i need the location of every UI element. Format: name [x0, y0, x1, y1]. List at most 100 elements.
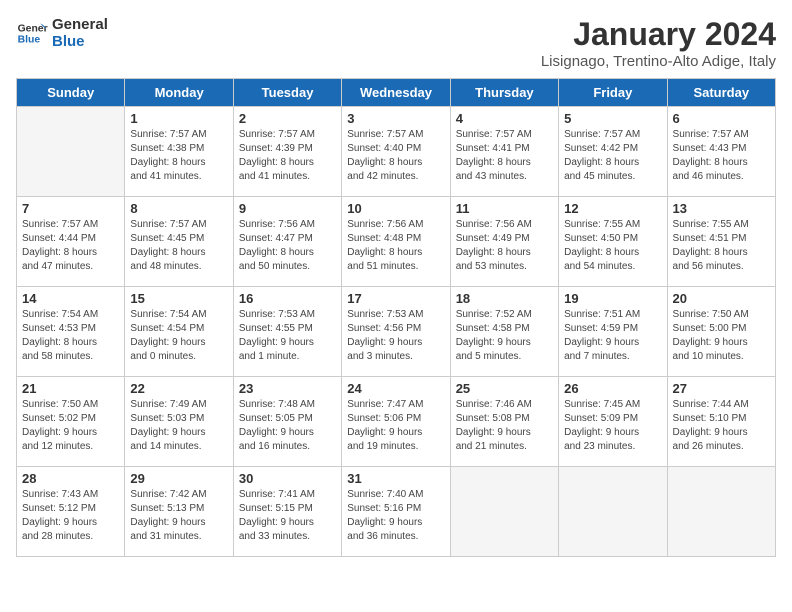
location-title: Lisignago, Trentino-Alto Adige, Italy — [541, 53, 776, 70]
calendar-week-row: 21 Sunrise: 7:50 AMSunset: 5:02 PMDayligh… — [17, 377, 776, 467]
day-number: 30 — [239, 471, 336, 486]
cell-content: Sunrise: 7:57 AMSunset: 4:42 PMDaylight:… — [564, 128, 661, 184]
cell-content: Sunrise: 7:41 AMSunset: 5:15 PMDaylight:… — [239, 488, 336, 544]
day-number: 31 — [347, 471, 444, 486]
calendar-cell: 27 Sunrise: 7:44 AMSunset: 5:10 PMDayligh… — [667, 377, 775, 467]
svg-text:General: General — [18, 23, 48, 34]
day-number: 19 — [564, 291, 661, 306]
logo-icon: General Blue — [16, 17, 48, 49]
calendar-cell: 3 Sunrise: 7:57 AMSunset: 4:40 PMDaylight… — [342, 107, 450, 197]
day-number: 8 — [130, 201, 227, 216]
cell-content: Sunrise: 7:52 AMSunset: 4:58 PMDaylight:… — [456, 308, 553, 364]
calendar-table: SundayMondayTuesdayWednesdayThursdayFrid… — [16, 78, 776, 557]
calendar-cell: 19Sunrise: 7:51 AMSunset: 4:59 PMDayligh… — [559, 287, 667, 377]
calendar-week-row: 7 Sunrise: 7:57 AMSunset: 4:44 PMDaylight… — [17, 197, 776, 287]
logo-general: General — [52, 16, 108, 33]
cell-content: Sunrise: 7:49 AMSunset: 5:03 PMDaylight:… — [130, 398, 227, 454]
cell-content: Sunrise: 7:55 AMSunset: 4:50 PMDaylight:… — [564, 218, 661, 274]
cell-content: Sunrise: 7:57 AMSunset: 4:45 PMDaylight:… — [130, 218, 227, 274]
day-of-week-header: Sunday — [17, 79, 125, 107]
day-number: 17 — [347, 291, 444, 306]
cell-content: Sunrise: 7:47 AMSunset: 5:06 PMDaylight:… — [347, 398, 444, 454]
calendar-cell: 22 Sunrise: 7:49 AMSunset: 5:03 PMDayligh… — [125, 377, 233, 467]
day-number: 10 — [347, 201, 444, 216]
logo-blue: Blue — [52, 33, 108, 50]
calendar-cell: 14Sunrise: 7:54 AMSunset: 4:53 PMDayligh… — [17, 287, 125, 377]
cell-content: Sunrise: 7:54 AMSunset: 4:54 PMDaylight:… — [130, 308, 227, 364]
day-number: 20 — [673, 291, 770, 306]
calendar-cell: 8 Sunrise: 7:57 AMSunset: 4:45 PMDaylight… — [125, 197, 233, 287]
page-header: General Blue General Blue January 2024 L… — [16, 16, 776, 70]
cell-content: Sunrise: 7:45 AMSunset: 5:09 PMDaylight:… — [564, 398, 661, 454]
calendar-cell: 28Sunrise: 7:43 AMSunset: 5:12 PMDayligh… — [17, 467, 125, 557]
calendar-cell: 25 Sunrise: 7:46 AMSunset: 5:08 PMDayligh… — [450, 377, 558, 467]
cell-content: Sunrise: 7:44 AMSunset: 5:10 PMDaylight:… — [673, 398, 770, 454]
day-number: 25 — [456, 381, 553, 396]
day-number: 18 — [456, 291, 553, 306]
calendar-cell: 2Sunrise: 7:57 AMSunset: 4:39 PMDaylight… — [233, 107, 341, 197]
calendar-cell: 6Sunrise: 7:57 AMSunset: 4:43 PMDaylight… — [667, 107, 775, 197]
calendar-cell: 26Sunrise: 7:45 AMSunset: 5:09 PMDayligh… — [559, 377, 667, 467]
day-number: 12 — [564, 201, 661, 216]
calendar-cell: 29Sunrise: 7:42 AMSunset: 5:13 PMDayligh… — [125, 467, 233, 557]
day-of-week-header: Friday — [559, 79, 667, 107]
cell-content: Sunrise: 7:57 AMSunset: 4:40 PMDaylight:… — [347, 128, 444, 184]
calendar-week-row: 28Sunrise: 7:43 AMSunset: 5:12 PMDayligh… — [17, 467, 776, 557]
day-of-week-header: Tuesday — [233, 79, 341, 107]
svg-text:Blue: Blue — [18, 35, 41, 46]
calendar-cell: 7 Sunrise: 7:57 AMSunset: 4:44 PMDaylight… — [17, 197, 125, 287]
calendar-cell: 4 Sunrise: 7:57 AMSunset: 4:41 PMDaylight… — [450, 107, 558, 197]
calendar-cell: 30 Sunrise: 7:41 AMSunset: 5:15 PMDayligh… — [233, 467, 341, 557]
cell-content: Sunrise: 7:53 AMSunset: 4:56 PMDaylight:… — [347, 308, 444, 364]
calendar-week-row: 14Sunrise: 7:54 AMSunset: 4:53 PMDayligh… — [17, 287, 776, 377]
logo: General Blue General Blue — [16, 16, 108, 50]
day-number: 22 — [130, 381, 227, 396]
cell-content: Sunrise: 7:57 AMSunset: 4:39 PMDaylight:… — [239, 128, 336, 184]
cell-content: Sunrise: 7:55 AMSunset: 4:51 PMDaylight:… — [673, 218, 770, 274]
cell-content: Sunrise: 7:57 AMSunset: 4:38 PMDaylight:… — [130, 128, 227, 184]
calendar-cell: 16Sunrise: 7:53 AMSunset: 4:55 PMDayligh… — [233, 287, 341, 377]
cell-content: Sunrise: 7:42 AMSunset: 5:13 PMDaylight:… — [130, 488, 227, 544]
calendar-cell: 23 Sunrise: 7:48 AMSunset: 5:05 PMDayligh… — [233, 377, 341, 467]
calendar-cell: 11Sunrise: 7:56 AMSunset: 4:49 PMDayligh… — [450, 197, 558, 287]
day-number: 4 — [456, 111, 553, 126]
cell-content: Sunrise: 7:57 AMSunset: 4:44 PMDaylight:… — [22, 218, 119, 274]
calendar-cell — [450, 467, 558, 557]
day-number: 15 — [130, 291, 227, 306]
cell-content: Sunrise: 7:57 AMSunset: 4:43 PMDaylight:… — [673, 128, 770, 184]
calendar-cell — [559, 467, 667, 557]
calendar-cell — [667, 467, 775, 557]
day-number: 24 — [347, 381, 444, 396]
day-number: 21 — [22, 381, 119, 396]
day-number: 1 — [130, 111, 227, 126]
month-title: January 2024 — [541, 16, 776, 53]
cell-content: Sunrise: 7:50 AMSunset: 5:02 PMDaylight:… — [22, 398, 119, 454]
calendar-cell: 12 Sunrise: 7:55 AMSunset: 4:50 PMDayligh… — [559, 197, 667, 287]
calendar-cell: 10 Sunrise: 7:56 AMSunset: 4:48 PMDayligh… — [342, 197, 450, 287]
cell-content: Sunrise: 7:56 AMSunset: 4:48 PMDaylight:… — [347, 218, 444, 274]
calendar-cell: 13 Sunrise: 7:55 AMSunset: 4:51 PMDayligh… — [667, 197, 775, 287]
calendar-cell: 5Sunrise: 7:57 AMSunset: 4:42 PMDaylight… — [559, 107, 667, 197]
calendar-cell: 31Sunrise: 7:40 AMSunset: 5:16 PMDayligh… — [342, 467, 450, 557]
day-number: 27 — [673, 381, 770, 396]
day-number: 14 — [22, 291, 119, 306]
cell-content: Sunrise: 7:50 AMSunset: 5:00 PMDaylight:… — [673, 308, 770, 364]
calendar-body: 1 Sunrise: 7:57 AMSunset: 4:38 PMDaylight… — [17, 107, 776, 557]
cell-content: Sunrise: 7:48 AMSunset: 5:05 PMDaylight:… — [239, 398, 336, 454]
cell-content: Sunrise: 7:56 AMSunset: 4:47 PMDaylight:… — [239, 218, 336, 274]
calendar-cell: 18 Sunrise: 7:52 AMSunset: 4:58 PMDayligh… — [450, 287, 558, 377]
calendar-cell: 20 Sunrise: 7:50 AMSunset: 5:00 PMDayligh… — [667, 287, 775, 377]
day-number: 23 — [239, 381, 336, 396]
day-number: 28 — [22, 471, 119, 486]
day-number: 7 — [22, 201, 119, 216]
day-number: 13 — [673, 201, 770, 216]
calendar-week-row: 1 Sunrise: 7:57 AMSunset: 4:38 PMDaylight… — [17, 107, 776, 197]
day-number: 16 — [239, 291, 336, 306]
day-of-week-header: Thursday — [450, 79, 558, 107]
cell-content: Sunrise: 7:46 AMSunset: 5:08 PMDaylight:… — [456, 398, 553, 454]
day-number: 3 — [347, 111, 444, 126]
calendar-cell: 15 Sunrise: 7:54 AMSunset: 4:54 PMDayligh… — [125, 287, 233, 377]
cell-content: Sunrise: 7:57 AMSunset: 4:41 PMDaylight:… — [456, 128, 553, 184]
cell-content: Sunrise: 7:56 AMSunset: 4:49 PMDaylight:… — [456, 218, 553, 274]
calendar-cell: 1 Sunrise: 7:57 AMSunset: 4:38 PMDaylight… — [125, 107, 233, 197]
